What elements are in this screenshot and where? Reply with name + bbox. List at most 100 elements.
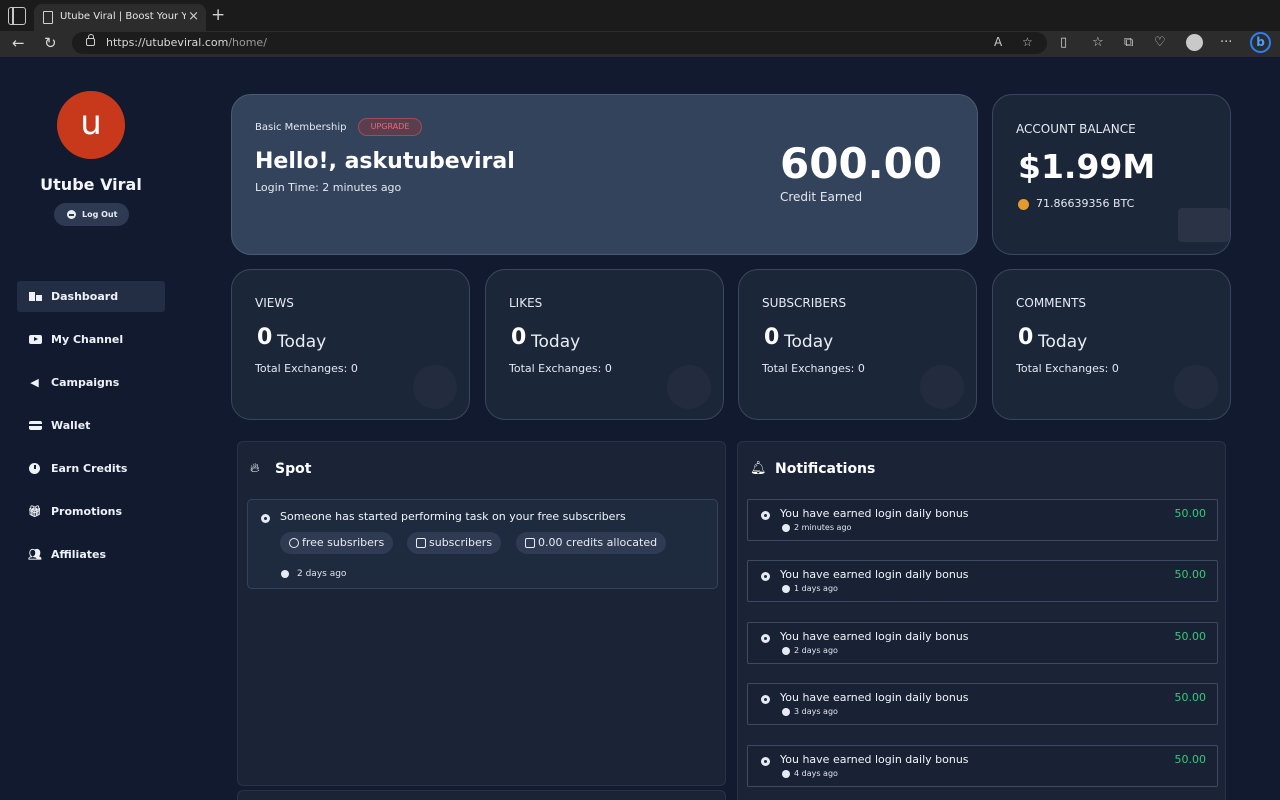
wallet-watermark-icon: [1178, 208, 1230, 242]
sidebar-item-my-channel[interactable]: My Channel: [17, 324, 165, 355]
health-icon[interactable]: ♡: [1154, 35, 1166, 50]
clock-icon: [782, 524, 790, 532]
lock-icon: [86, 34, 95, 46]
sidebar-item-dashboard[interactable]: Dashboard: [17, 281, 165, 312]
sidebar-item-label: Dashboard: [51, 290, 119, 303]
stat-today: Today: [784, 332, 834, 352]
back-icon[interactable]: ←: [12, 34, 25, 52]
more-icon[interactable]: ···: [1220, 35, 1232, 50]
spot-time: 2 days ago: [297, 569, 347, 579]
balance-title: ACCOUNT BALANCE: [1016, 122, 1136, 136]
btc-value: 71.86639356 BTC: [1036, 197, 1135, 210]
notification-item: You have earned login daily bonus 50.00 …: [747, 622, 1218, 664]
refresh-icon[interactable]: ↻: [44, 34, 57, 52]
target-icon: [761, 695, 770, 704]
stat-count: 0: [764, 325, 780, 350]
tab-strip: Utube Viral | Boost Your Youtube × +: [0, 0, 1280, 31]
stat-today: Today: [531, 332, 581, 352]
sidebar-item-label: Wallet: [51, 419, 91, 432]
balance-value: $1.99M: [1018, 147, 1156, 186]
dashboard-icon: [29, 292, 42, 301]
sidebar-item-earn-credits[interactable]: Earn Credits: [17, 453, 165, 484]
target-icon: [761, 572, 770, 581]
close-icon[interactable]: ×: [188, 9, 199, 24]
page: u Utube Viral Log Out Dashboard My Chann…: [0, 57, 1280, 800]
split-screen-icon[interactable]: ▯: [1060, 35, 1067, 50]
membership-card: Basic Membership UPGRADE Hello!, askutub…: [231, 94, 978, 255]
sidebar-item-campaigns[interactable]: ◀ Campaigns: [17, 367, 165, 398]
sidebar-item-wallet[interactable]: Wallet: [17, 410, 165, 441]
membership-label: Basic Membership: [255, 122, 347, 133]
clock-icon: [782, 708, 790, 716]
account-balance-card: ACCOUNT BALANCE $1.99M 71.86639356 BTC: [992, 94, 1231, 255]
users-icon: 👥︎: [28, 548, 42, 561]
favorites-icon[interactable]: ☆: [1092, 35, 1104, 50]
user-watermark-icon: [920, 365, 964, 409]
logout-button[interactable]: Log Out: [54, 203, 129, 226]
stat-title: LIKES: [509, 296, 543, 310]
browser-chrome: Utube Viral | Boost Your Youtube × + ← ↻…: [0, 0, 1280, 57]
target-icon: [261, 514, 270, 523]
tab-actions-icon[interactable]: [8, 7, 26, 25]
target-icon: [761, 634, 770, 643]
collections-icon[interactable]: ⧉: [1124, 35, 1133, 50]
stat-total: Total Exchanges: 0: [509, 362, 612, 375]
notification-item: You have earned login daily bonus 50.00 …: [747, 560, 1218, 602]
username: Utube Viral: [40, 175, 142, 194]
target-icon: [761, 757, 770, 766]
megaphone-icon: ◀: [30, 376, 39, 389]
greeting: Hello!, askutubeviral: [255, 149, 515, 174]
clock-icon: [782, 585, 790, 593]
url-text: https://utubeviral.com/home/: [106, 36, 267, 49]
sidebar-item-affiliates[interactable]: 👥︎ Affiliates: [17, 539, 165, 570]
notification-item: You have earned login daily bonus 50.00 …: [747, 683, 1218, 725]
stat-total: Total Exchanges: 0: [255, 362, 358, 375]
notifications-panel: 🔔︎ Notifications You have earned login d…: [737, 441, 1226, 800]
sidebar-nav: Dashboard My Channel ◀ Campaigns Wallet …: [17, 281, 165, 582]
stat-today: Today: [1038, 332, 1088, 352]
profile-avatar[interactable]: [1186, 34, 1203, 51]
bell-icon: 🔔︎: [750, 461, 767, 476]
clock-icon: [29, 463, 40, 474]
stat-total: Total Exchanges: 0: [762, 362, 865, 375]
page-icon: [43, 11, 53, 24]
stat-title: VIEWS: [255, 296, 294, 310]
sidebar-item-promotions[interactable]: 🎁︎ Promotions: [17, 496, 165, 527]
gift-icon: [525, 538, 535, 548]
stat-title: SUBSCRIBERS: [762, 296, 847, 310]
notifications-title: Notifications: [775, 461, 876, 477]
spot-title: Spot: [275, 461, 312, 477]
comments-card: COMMENTS 0 Today Total Exchanges: 0: [992, 269, 1231, 420]
new-tab-icon[interactable]: +: [211, 6, 225, 24]
browser-toolbar: ← ↻ https://utubeviral.com/home/ A ☆ ▯ ☆…: [0, 31, 1280, 57]
read-aloud-icon[interactable]: A: [994, 35, 1002, 49]
stat-total: Total Exchanges: 0: [1016, 362, 1119, 375]
star-icon[interactable]: ☆: [1022, 35, 1033, 49]
youtube-icon: [29, 335, 42, 344]
chip-credits: 0.00 credits allocated: [516, 532, 667, 554]
sidebar-item-label: My Channel: [51, 333, 124, 346]
thumbs-up-watermark-icon: [667, 365, 711, 409]
stat-count: 0: [511, 325, 527, 350]
eye-watermark-icon: [413, 365, 457, 409]
wallet-icon: [29, 421, 42, 430]
browser-tab[interactable]: Utube Viral | Boost Your Youtube ×: [34, 4, 206, 31]
spot-panel: 🔥︎ Spot Someone has started performing t…: [237, 441, 726, 786]
info-icon: [289, 538, 299, 548]
clock-icon: [782, 770, 790, 778]
target-icon: [761, 511, 770, 520]
bing-icon[interactable]: b: [1250, 32, 1271, 53]
upgrade-button[interactable]: UPGRADE: [358, 118, 422, 136]
clock-icon: [782, 647, 790, 655]
sidebar-item-label: Campaigns: [51, 376, 120, 389]
stat-count: 0: [257, 325, 273, 350]
chip-free-subscribers: free subsribers: [280, 532, 394, 554]
address-bar[interactable]: https://utubeviral.com/home/ A ☆: [72, 32, 1047, 54]
gift-icon: 🎁︎: [28, 505, 42, 518]
stat-title: COMMENTS: [1016, 296, 1087, 310]
avatar: u: [57, 91, 125, 159]
chip-subscribers: subscribers: [407, 532, 502, 554]
sidebar-item-label: Promotions: [51, 505, 123, 518]
minus-circle-icon: [67, 210, 76, 219]
sidebar-item-label: Earn Credits: [51, 462, 128, 475]
